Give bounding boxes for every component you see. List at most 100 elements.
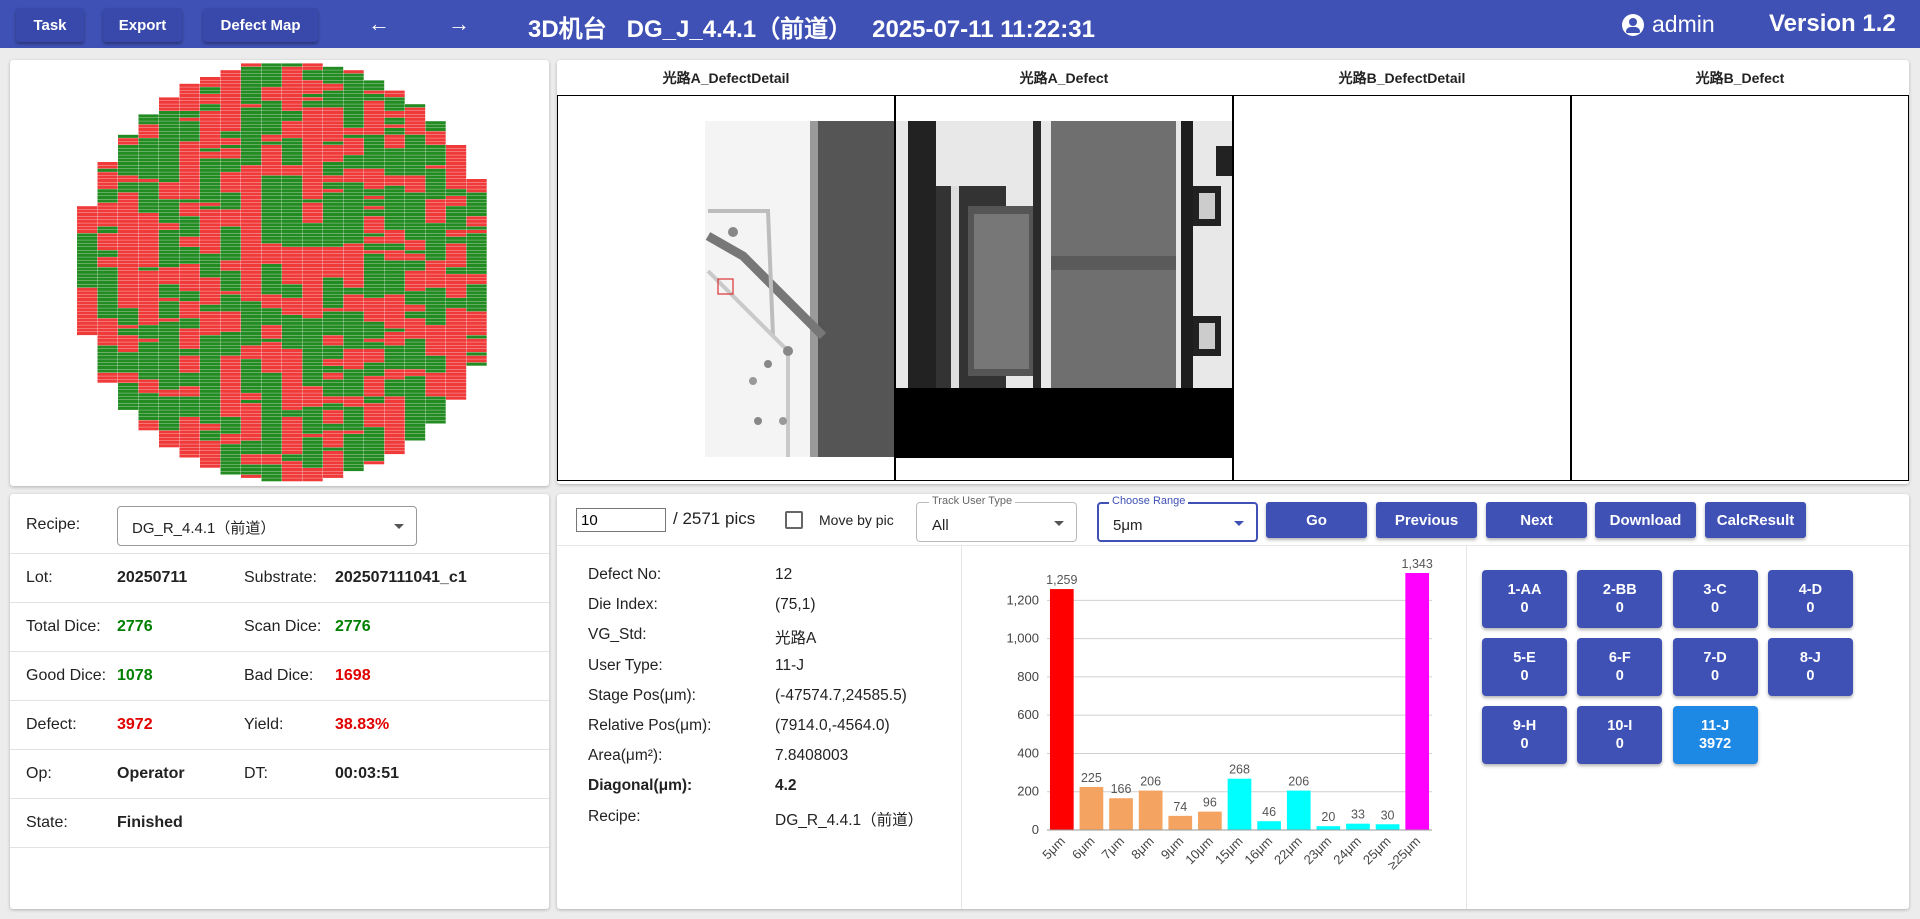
- export-button[interactable]: Export: [103, 8, 182, 42]
- defect-image-b[interactable]: [1571, 95, 1909, 481]
- user-type-button[interactable]: 2-BB 0: [1577, 570, 1663, 628]
- user-type-button[interactable]: 10-I 0: [1577, 706, 1663, 764]
- histogram-bar[interactable]: [1227, 778, 1252, 830]
- detail-label: Recipe:: [588, 807, 641, 825]
- yield-label: Yield:: [244, 716, 284, 733]
- chevron-down-icon: [1054, 521, 1064, 526]
- pic-total-label: / 2571 pics: [673, 509, 756, 528]
- histogram-bar[interactable]: [1316, 826, 1341, 830]
- next-button[interactable]: Next: [1486, 502, 1587, 538]
- image-col-b-defect: 光路B_Defect: [1571, 60, 1909, 484]
- bar-data-label: 20: [1321, 810, 1335, 824]
- good-dice-label: Good Dice:: [26, 667, 107, 684]
- lot-row: Lot: 20250711 Substrate: 202507111041_c1: [10, 554, 549, 603]
- choose-range-select[interactable]: Choose Range 5μm: [1097, 495, 1258, 542]
- previous-button[interactable]: Previous: [1376, 502, 1477, 538]
- recipe-select[interactable]: DG_R_4.4.1（前道）: [117, 506, 417, 546]
- track-user-type-select[interactable]: Track User Type All: [916, 495, 1077, 542]
- user-type-button[interactable]: 11-J 3972: [1672, 706, 1758, 764]
- x-tick-label: ≥25μm: [1384, 834, 1423, 873]
- defect-detail-list: Defect No: 12 Die Index: (75,1) VG_Std: 光路A Us…: [557, 546, 962, 909]
- histogram-bar[interactable]: [1405, 573, 1430, 830]
- choose-range-value: 5μm: [1113, 517, 1143, 534]
- wafer-map[interactable]: [10, 60, 549, 486]
- bar-data-label: 206: [1288, 775, 1309, 789]
- detail-label: Die Index:: [588, 596, 658, 614]
- dice-row: Total Dice: 2776 Scan Dice: 2776: [10, 603, 549, 652]
- y-tick-label: 600: [1017, 707, 1039, 722]
- detail-value: 12: [775, 566, 793, 583]
- y-tick-label: 400: [1017, 745, 1039, 760]
- user-name: admin: [1652, 11, 1715, 37]
- substrate-label: Substrate:: [244, 569, 317, 586]
- state-row: State: Finished: [10, 799, 549, 848]
- histogram-bar[interactable]: [1375, 824, 1400, 830]
- image-label: 光路A_Defect: [1019, 70, 1109, 86]
- user-menu[interactable]: admin: [1622, 11, 1715, 38]
- task-button[interactable]: Task: [16, 8, 84, 42]
- move-by-pic-label: Move by pic: [819, 512, 894, 528]
- histogram-bar[interactable]: [1049, 589, 1074, 830]
- defect-yield-row: Defect: 3972 Yield: 38.83%: [10, 701, 549, 750]
- detail-value: 11-J: [775, 656, 805, 674]
- arrow-left-icon[interactable]: ←: [368, 11, 390, 37]
- defect-image-a-graphic: [896, 121, 1232, 458]
- defect-detail-image-a[interactable]: [557, 95, 895, 481]
- detail-value: (7914.0,-4564.0): [775, 717, 890, 734]
- histogram-bar[interactable]: [1198, 811, 1222, 830]
- user-type-button[interactable]: 3-C 0: [1672, 570, 1758, 628]
- user-type-label: 5-E: [1513, 650, 1536, 666]
- user-type-button[interactable]: 6-F 0: [1577, 638, 1663, 696]
- y-tick-label: 1,000: [1006, 631, 1039, 646]
- histogram-bar[interactable]: [1257, 821, 1281, 830]
- recipe-label: Recipe:: [26, 516, 81, 533]
- user-type-button[interactable]: 9-H 0: [1482, 706, 1567, 764]
- user-type-label: 3-C: [1703, 582, 1727, 598]
- bar-data-label: 225: [1081, 771, 1102, 785]
- user-type-count: 0: [1520, 600, 1529, 616]
- defect-detail-image-b[interactable]: [1233, 95, 1571, 481]
- histogram-bar[interactable]: [1079, 786, 1104, 830]
- wafer-dice: [77, 63, 487, 482]
- wafer-map-panel: [10, 60, 549, 486]
- move-by-pic-checkbox[interactable]: [785, 511, 803, 529]
- y-tick-label: 200: [1017, 784, 1039, 799]
- user-type-button[interactable]: 8-J 0: [1767, 638, 1853, 696]
- chevron-down-icon: [394, 524, 404, 529]
- recipe-row: Recipe: DG_R_4.4.1（前道）: [10, 494, 549, 554]
- defect-map-button[interactable]: Defect Map: [203, 8, 318, 42]
- defect-image-a[interactable]: [895, 95, 1233, 481]
- go-button[interactable]: Go: [1266, 502, 1367, 538]
- calc-result-button[interactable]: CalcResult: [1705, 502, 1806, 538]
- x-tick-label: 6μm: [1069, 834, 1098, 863]
- bar-data-label: 33: [1351, 808, 1365, 822]
- user-type-button[interactable]: 5-E 0: [1482, 638, 1567, 696]
- size-histogram: 0 200 400 600 800 1,000 1,200 1,259 5μm 225 6μm 166…: [962, 546, 1467, 909]
- bar-data-label: 96: [1203, 796, 1217, 810]
- user-type-button[interactable]: 4-D 0: [1767, 570, 1853, 628]
- version-label: Version 1.2: [1769, 10, 1896, 37]
- bar-data-label: 268: [1229, 763, 1250, 777]
- lot-label: Lot:: [26, 569, 53, 586]
- detail-label: Relative Pos(μm):: [588, 717, 712, 734]
- user-type-label: 8-J: [1799, 650, 1821, 666]
- detail-value: (-47574.7,24585.5): [775, 686, 907, 704]
- state-label: State:: [26, 814, 68, 831]
- pic-index-input[interactable]: [576, 508, 666, 532]
- histogram-bar[interactable]: [1168, 815, 1193, 830]
- histogram-bar[interactable]: [1286, 790, 1311, 830]
- user-type-count: 3972: [1698, 736, 1732, 752]
- lot-value: 20250711: [117, 569, 188, 586]
- user-type-button[interactable]: 7-D 0: [1672, 638, 1758, 696]
- histogram-bar[interactable]: [1138, 790, 1163, 830]
- histogram-bar[interactable]: [1346, 823, 1370, 830]
- histogram-bar[interactable]: [1109, 798, 1133, 830]
- x-tick-label: 8μm: [1128, 834, 1157, 863]
- image-label: 光路B_DefectDetail: [1338, 70, 1466, 86]
- user-type-label: 4-D: [1798, 582, 1823, 598]
- total-dice-label: Total Dice:: [26, 618, 101, 635]
- download-button[interactable]: Download: [1595, 502, 1696, 538]
- user-type-button[interactable]: 1-AA 0: [1482, 570, 1567, 628]
- arrow-right-icon[interactable]: →: [448, 11, 470, 37]
- track-user-type-value: All: [932, 517, 949, 534]
